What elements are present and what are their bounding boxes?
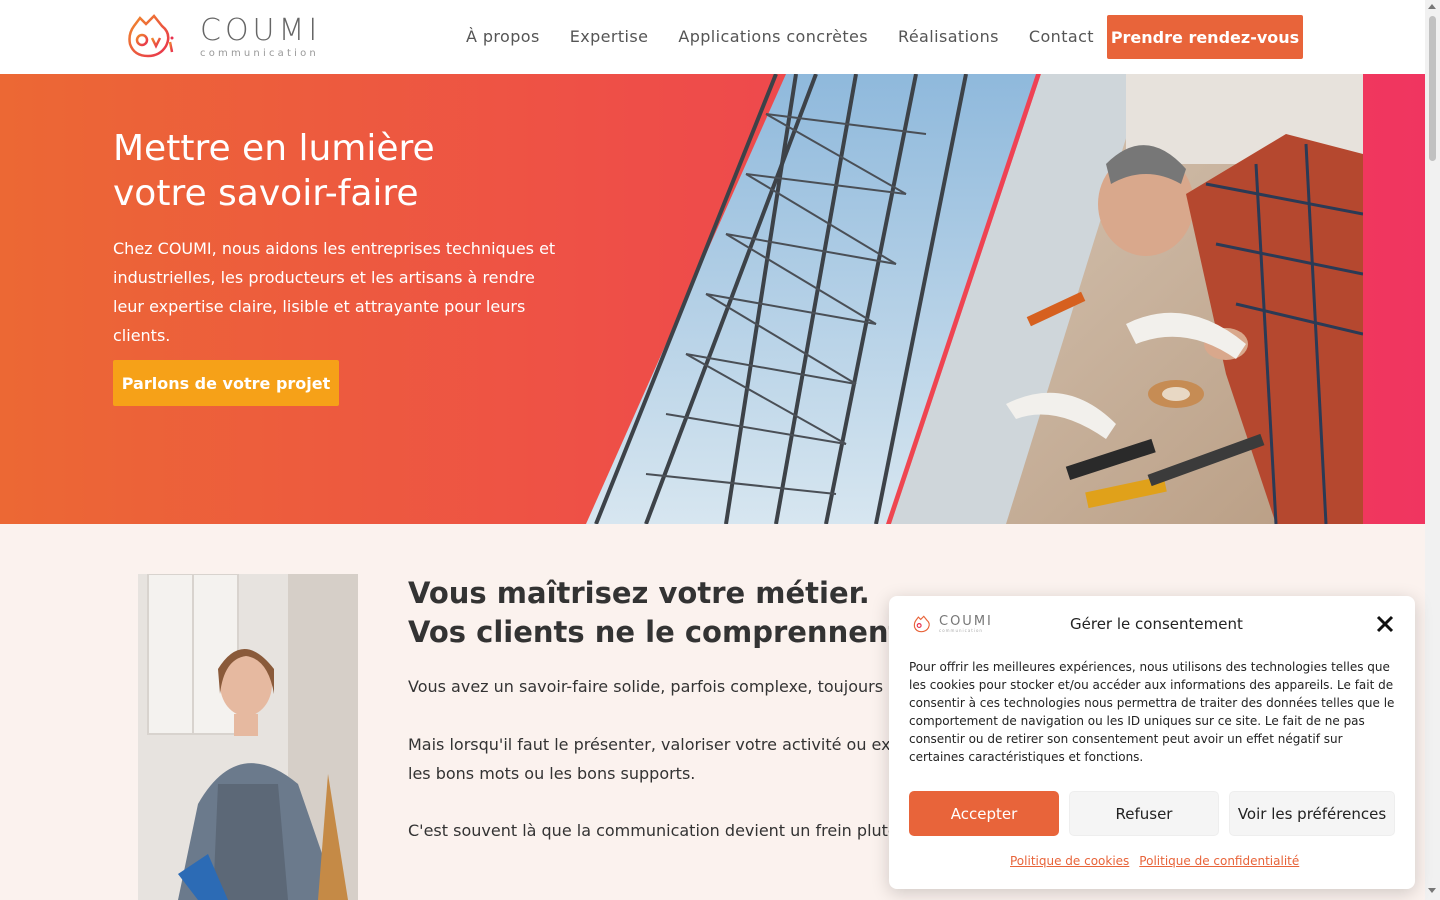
talk-project-button[interactable]: Parlons de votre projet: [113, 360, 339, 406]
close-icon[interactable]: [1376, 615, 1394, 633]
section-paragraph-2-line2: les bons mots ou les bons supports.: [408, 764, 696, 783]
hero-section: Mettre en lumière votre savoir-faire Che…: [0, 74, 1425, 524]
consent-links: Politique de cookies Politique de confid…: [1010, 854, 1299, 868]
section-paragraph-2: Mais lorsqu'il faut le présenter, valori…: [408, 730, 930, 788]
nav-item-realisations[interactable]: Réalisations: [898, 27, 999, 46]
consent-text: Pour offrir les meilleures expériences, …: [909, 660, 1395, 764]
hero-photos: [586, 74, 1363, 524]
site-header: COUMI communication À propos Expertise A…: [0, 0, 1425, 74]
main-nav: À propos Expertise Applications concrète…: [466, 27, 1094, 46]
scroll-thumb[interactable]: [1429, 16, 1436, 161]
logo-tagline: communication: [200, 48, 319, 59]
page-scrollbar[interactable]: [1425, 0, 1440, 900]
site-logo[interactable]: COUMI communication: [126, 12, 321, 60]
nav-item-contact[interactable]: Contact: [1029, 27, 1094, 46]
hero-title-line2: votre savoir-faire: [113, 173, 419, 214]
preferences-button[interactable]: Voir les préférences: [1229, 791, 1395, 836]
hero-title: Mettre en lumière votre savoir-faire: [113, 126, 435, 216]
scroll-down-arrow-icon[interactable]: [1428, 888, 1436, 893]
section-title-line2: Vos clients ne le comprennent pas: [408, 615, 971, 649]
coumi-logo-icon: [128, 14, 174, 58]
section-title: Vous maîtrisez votre métier. Vos clients…: [408, 574, 970, 652]
consent-title: Gérer le consentement: [1070, 615, 1243, 633]
refuse-button[interactable]: Refuser: [1069, 791, 1219, 836]
cookie-consent-dialog: COUMI communication Gérer le consentemen…: [889, 596, 1415, 889]
cookie-policy-link[interactable]: Politique de cookies: [1010, 854, 1129, 868]
nav-item-applications[interactable]: Applications concrètes: [678, 27, 868, 46]
coumi-logo-icon: [913, 615, 930, 633]
scroll-up-arrow-icon[interactable]: [1428, 4, 1436, 9]
section-title-line1: Vous maîtrisez votre métier.: [408, 576, 870, 610]
artisan-portrait: [138, 574, 358, 900]
logo-name: COUMI: [200, 13, 322, 48]
book-appointment-button[interactable]: Prendre rendez-vous: [1107, 15, 1303, 59]
hero-text: Chez COUMI, nous aidons les entreprises …: [113, 239, 556, 345]
consent-logo: COUMI communication: [913, 614, 993, 634]
nav-item-a-propos[interactable]: À propos: [466, 27, 540, 46]
privacy-policy-link[interactable]: Politique de confidentialité: [1139, 854, 1299, 868]
section-paragraph-2-line1: Mais lorsqu'il faut le présenter, valori…: [408, 735, 930, 754]
hero-title-line1: Mettre en lumière: [113, 128, 435, 169]
accept-button[interactable]: Accepter: [909, 791, 1059, 836]
section-paragraph-3: C'est souvent là que la communication de…: [408, 821, 930, 840]
nav-item-expertise[interactable]: Expertise: [570, 27, 649, 46]
section-paragraph-1: Vous avez un savoir-faire solide, parfoi…: [408, 677, 917, 696]
consent-logo-name: COUMI: [939, 614, 993, 629]
